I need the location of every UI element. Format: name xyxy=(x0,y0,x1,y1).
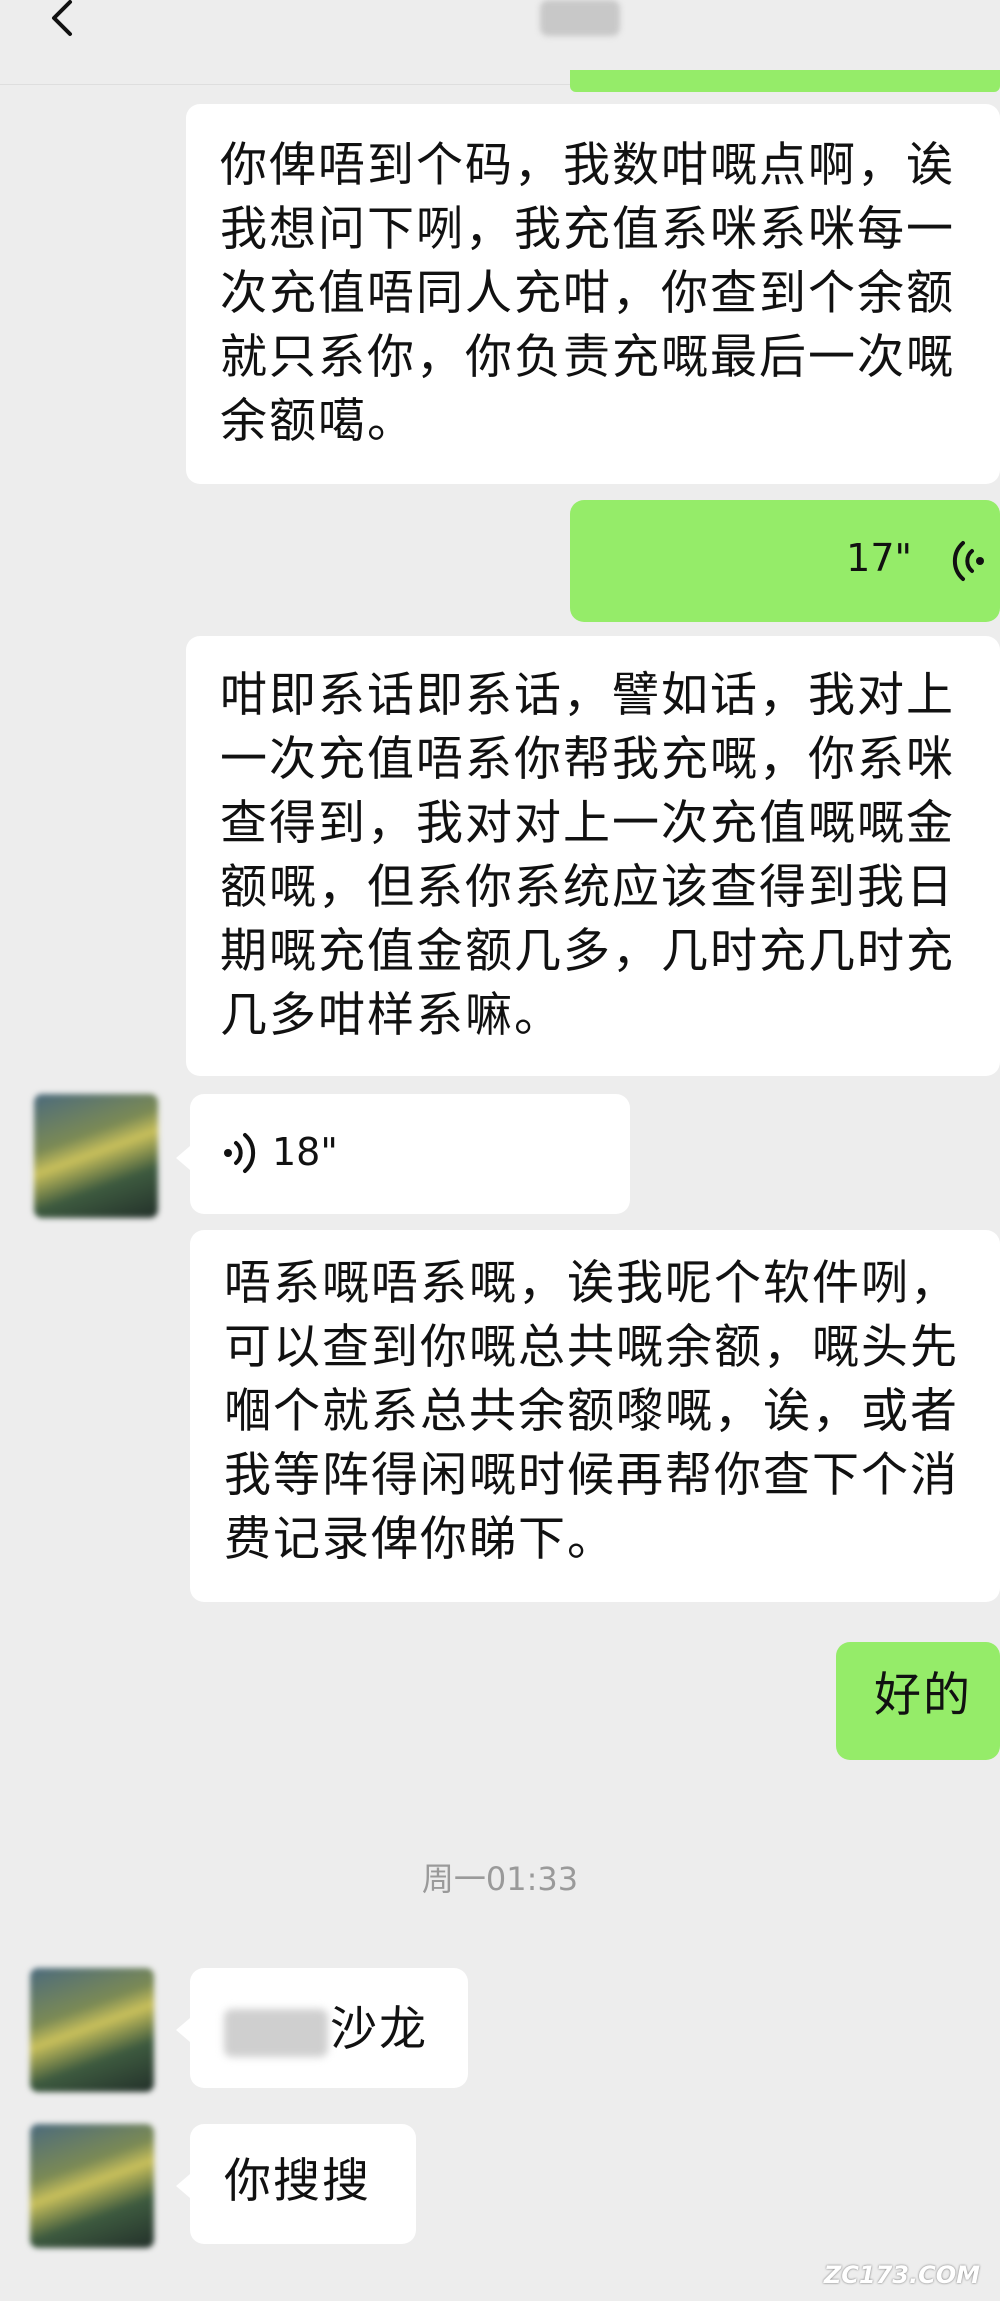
voice-wave-icon xyxy=(220,1130,260,1176)
incoming-voice-message[interactable]: 18" xyxy=(190,1094,630,1214)
avatar[interactable] xyxy=(34,1094,158,1218)
message-text: 沙龙 xyxy=(224,1998,468,2062)
previous-outgoing-bubble xyxy=(570,70,1000,92)
avatar[interactable] xyxy=(30,2124,154,2248)
message-text: 你俾唔到个码，我数咁嘅点啊，诶 我想问下咧，我充值系咪系咪每一 次充值唔同人充咁… xyxy=(220,138,955,449)
voice-duration: 17" xyxy=(846,536,912,580)
timestamp: 周一01:33 xyxy=(421,1860,579,1898)
message-text: 你搜搜 xyxy=(224,2154,371,2209)
voice-wave-icon xyxy=(948,538,988,584)
outgoing-text-message[interactable]: 好的 xyxy=(836,1642,1000,1760)
incoming-text-message[interactable]: 咁即系话即系话，譬如话，我对上 一次充值唔系你帮我充嘅，你系咪 查得到，我对对上… xyxy=(186,636,1000,1076)
bubble-tail xyxy=(176,2018,190,2042)
message-text: 唔系嘅唔系嘅，诶我呢个软件咧， 可以查到你嘅总共嘅余额，嘅头先 嗰个就系总共余额… xyxy=(224,1256,959,1567)
blurred-name xyxy=(224,2008,328,2057)
message-text: 咁即系话即系话，譬如话，我对上 一次充值唔系你帮我充嘅，你系咪 查得到，我对对上… xyxy=(220,668,955,1043)
contact-name-blurred xyxy=(540,0,620,36)
outgoing-voice-message[interactable]: 17" xyxy=(570,500,1000,622)
incoming-text-message[interactable]: 沙龙 xyxy=(190,1968,468,2088)
message-text: 好的 xyxy=(874,1668,972,1723)
incoming-text-message[interactable]: 你俾唔到个码，我数咁嘅点啊，诶 我想问下咧，我充值系咪系咪每一 次充值唔同人充咁… xyxy=(186,104,1000,484)
incoming-text-message[interactable]: 你搜搜 xyxy=(190,2124,416,2244)
watermark: ZC173.COM xyxy=(823,2261,980,2289)
chevron-left-icon[interactable] xyxy=(40,0,84,44)
incoming-text-message[interactable]: 唔系嘅唔系嘅，诶我呢个软件咧， 可以查到你嘅总共嘅余额，嘅头先 嗰个就系总共余额… xyxy=(190,1230,1000,1602)
bubble-tail xyxy=(176,1146,190,1170)
voice-duration: 18" xyxy=(272,1130,338,1174)
bubble-tail xyxy=(176,2174,190,2198)
avatar[interactable] xyxy=(30,1968,154,2092)
message-text-suffix: 沙龙 xyxy=(330,2002,428,2057)
